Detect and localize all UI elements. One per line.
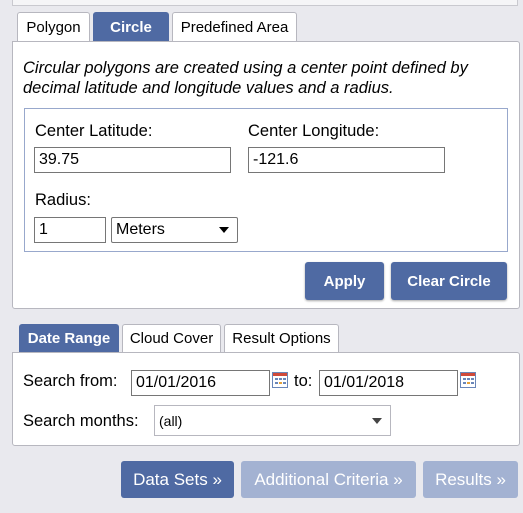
center-latitude-label: Center Latitude: xyxy=(35,122,153,140)
chevron-down-icon xyxy=(372,417,382,424)
radius-label: Radius: xyxy=(35,191,91,209)
circle-panel: Circular polygons are created using a ce… xyxy=(12,41,520,309)
clear-circle-button[interactable]: Clear Circle xyxy=(391,262,507,300)
search-from-label: Search from: xyxy=(23,372,118,390)
date-from-input[interactable]: 01/01/2016 xyxy=(131,370,270,396)
center-longitude-input[interactable]: -121.6 xyxy=(248,147,445,173)
date-to-input[interactable]: 01/01/2018 xyxy=(319,370,458,396)
tab-cloud-cover[interactable]: Cloud Cover xyxy=(122,324,221,352)
search-months-select[interactable]: (all) xyxy=(154,405,391,436)
search-months-label: Search months: xyxy=(23,412,139,430)
tab-predefined-area[interactable]: Predefined Area xyxy=(172,12,297,42)
tab-polygon[interactable]: Polygon xyxy=(17,12,90,42)
chevron-down-icon xyxy=(219,227,229,233)
circle-fields-group: Center Latitude: 39.75 Center Longitude:… xyxy=(24,108,508,252)
circle-description: Circular polygons are created using a ce… xyxy=(23,59,468,97)
apply-button[interactable]: Apply xyxy=(305,262,384,300)
center-longitude-label: Center Longitude: xyxy=(248,122,380,140)
search-months-value: (all) xyxy=(159,412,183,429)
radius-unit-select[interactable]: Meters xyxy=(111,217,238,243)
data-sets-button[interactable]: Data Sets » xyxy=(121,461,234,498)
to-label: to: xyxy=(294,372,313,390)
date-range-panel: Search from: 01/01/2016 to: 01/01/2018 S… xyxy=(12,352,520,446)
additional-criteria-button[interactable]: Additional Criteria » xyxy=(241,461,416,498)
radius-input[interactable]: 1 xyxy=(34,217,106,243)
tab-result-options[interactable]: Result Options xyxy=(224,324,339,352)
calendar-icon[interactable] xyxy=(460,372,476,388)
results-button[interactable]: Results » xyxy=(423,461,518,498)
tab-circle[interactable]: Circle xyxy=(93,12,169,42)
tab-date-range[interactable]: Date Range xyxy=(19,324,119,352)
center-latitude-input[interactable]: 39.75 xyxy=(34,147,231,173)
previous-panel-edge xyxy=(12,0,518,6)
radius-unit-value: Meters xyxy=(116,221,165,238)
calendar-icon[interactable] xyxy=(272,372,288,388)
